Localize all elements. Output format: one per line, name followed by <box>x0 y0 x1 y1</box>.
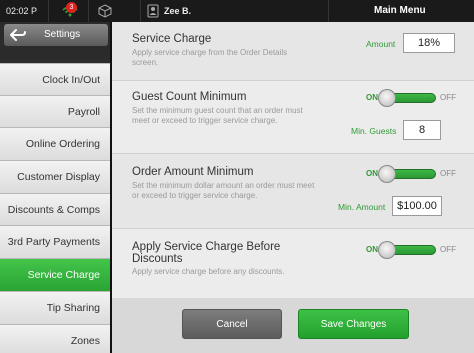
section-description: Apply service charge from the Order Deta… <box>132 48 288 67</box>
section-description: Set the minimum guest count that an orde… <box>132 106 303 125</box>
save-changes-button[interactable]: Save Changes <box>298 309 409 339</box>
sidebar-item-customer-display[interactable]: Customer Display <box>0 161 110 194</box>
settings-back-button[interactable]: Settings <box>4 24 108 46</box>
toggle-knob[interactable] <box>378 241 396 259</box>
settings-nav: Clock In/Out Payroll Online Ordering Cus… <box>0 63 110 353</box>
section-description: Apply service charge before any discount… <box>132 267 285 276</box>
service-charge-panel: Service Charge Apply service charge from… <box>110 22 474 353</box>
settings-label: Settings <box>44 29 81 40</box>
min-guests-label: Min. Guests <box>351 126 397 136</box>
min-amount-input[interactable] <box>392 196 442 216</box>
sidebar-item-service-charge[interactable]: Service Charge <box>0 259 110 292</box>
section-title: Apply Service Charge Before <box>132 241 281 253</box>
order-amount-section: Order Amount Minimum Set the minimum dol… <box>112 154 474 228</box>
status-divider <box>140 0 141 22</box>
section-description: Set the minimum dollar amount an order m… <box>132 181 315 200</box>
status-divider <box>48 0 49 22</box>
action-bar: Cancel Save Changes <box>112 298 474 353</box>
toggle-off-label: OFF <box>440 245 456 254</box>
sidebar-item-discounts-comps[interactable]: Discounts & Comps <box>0 193 110 227</box>
section-title: Order Amount Minimum <box>132 166 254 178</box>
section-title: Service Charge <box>132 33 212 45</box>
user-icon <box>147 4 159 18</box>
toggle-knob[interactable] <box>378 165 396 183</box>
settings-sidebar: Settings Clock In/Out Payroll Online Ord… <box>0 22 110 353</box>
status-bar: 02:02 P 3 Zee B. Main Menu <box>0 0 474 22</box>
amount-label: Amount <box>366 39 396 49</box>
toggle-on-label: ON <box>366 93 378 102</box>
user-name[interactable]: Zee B. <box>164 6 191 16</box>
toggle-off-label: OFF <box>440 169 456 178</box>
clock-time: 02:02 P <box>6 6 38 16</box>
toggle-knob[interactable] <box>378 89 396 107</box>
toggle-on-label: ON <box>366 245 378 254</box>
sidebar-item-payroll[interactable]: Payroll <box>0 95 110 129</box>
sidebar-item-zones[interactable]: Zones <box>0 324 110 353</box>
order-amount-toggle[interactable]: ON OFF <box>366 165 456 183</box>
sidebar-item-clock-in-out[interactable]: Clock In/Out <box>0 63 110 96</box>
guest-count-toggle[interactable]: ON OFF <box>366 89 456 107</box>
section-title-continued: Discounts <box>132 253 183 265</box>
min-guests-input[interactable] <box>403 120 441 140</box>
main-menu-button[interactable]: Main Menu <box>374 5 426 16</box>
status-divider <box>328 0 329 22</box>
app-window: 02:02 P 3 Zee B. Main Menu Settings Cloc… <box>0 0 474 353</box>
toggle-off-label: OFF <box>440 93 456 102</box>
cancel-button[interactable]: Cancel <box>182 309 282 339</box>
cash-drawer-icon[interactable] <box>98 4 112 18</box>
before-discounts-section: Apply Service Charge Before Discounts Ap… <box>112 229 474 298</box>
sidebar-item-tip-sharing[interactable]: Tip Sharing <box>0 291 110 325</box>
sidebar-item-online-ordering[interactable]: Online Ordering <box>0 128 110 162</box>
before-discounts-toggle[interactable]: ON OFF <box>366 241 456 259</box>
amount-input[interactable] <box>403 33 455 53</box>
min-amount-label: Min. Amount <box>338 202 386 212</box>
status-divider <box>88 0 89 22</box>
notification-badge[interactable]: 3 <box>66 2 77 13</box>
service-charge-section: Service Charge Apply service charge from… <box>112 22 474 80</box>
guest-count-section: Guest Count Minimum Set the minimum gues… <box>112 81 474 153</box>
back-arrow-icon <box>10 29 26 41</box>
toggle-on-label: ON <box>366 169 378 178</box>
section-title: Guest Count Minimum <box>132 91 247 103</box>
sidebar-item-3rd-party-payments[interactable]: 3rd Party Payments <box>0 226 110 260</box>
